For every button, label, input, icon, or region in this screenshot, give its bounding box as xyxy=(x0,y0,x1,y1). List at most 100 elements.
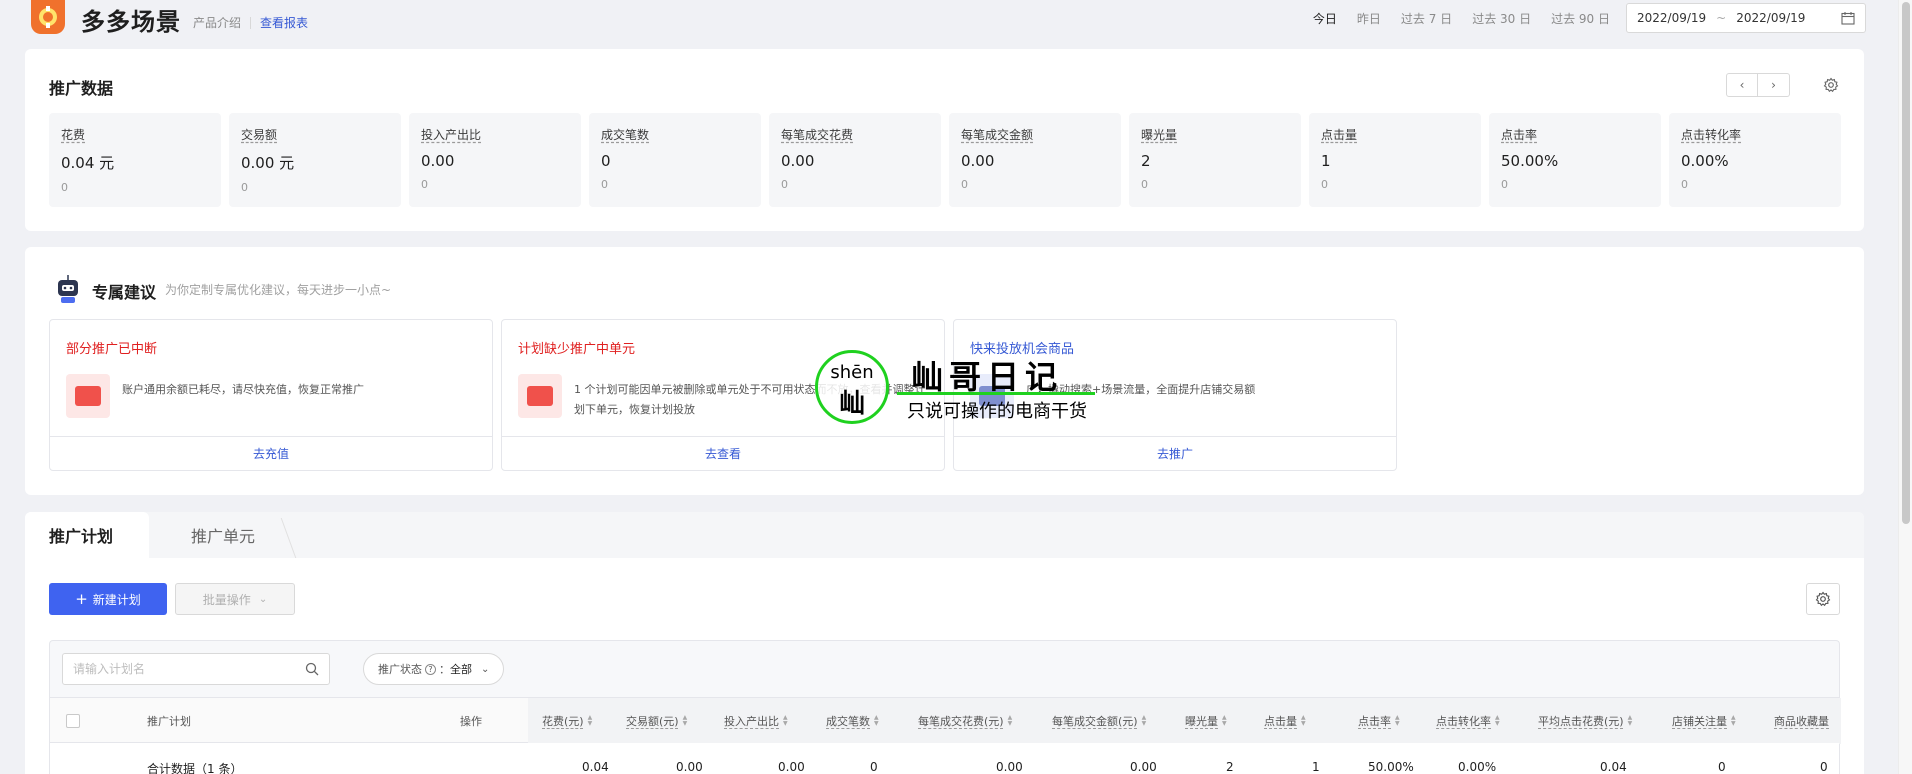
col-shop-follows[interactable]: 店铺关注量 ▲ ▼ xyxy=(1672,698,1736,744)
col-orders[interactable]: 成交笔数 ▲ ▼ xyxy=(826,698,879,744)
plus-icon: + xyxy=(75,590,88,608)
new-plan-button[interactable]: + 新建计划 xyxy=(49,583,167,615)
sort-icon: ▲ ▼ xyxy=(587,714,593,727)
sort-icon: ▲ ▼ xyxy=(1141,714,1147,727)
metric-clicks[interactable]: 点击量 1 0 xyxy=(1309,113,1481,207)
sort-icon: ▲ ▼ xyxy=(1731,714,1736,727)
preset-30d[interactable]: 过去 30 日 xyxy=(1472,10,1531,27)
plan-table: 推广状态 ? ： 全部 ⌄ 推广计划 操作 花费(元)▲▼ 交易额(元)▲▼ 投… xyxy=(49,640,1841,774)
col-shop-follows-label: 店铺关注量 xyxy=(1672,715,1727,728)
metric-ctr[interactable]: 点击率 50.00% 0 xyxy=(1489,113,1661,207)
watermark-pinyin: shēn xyxy=(830,362,874,383)
scrollbar-thumb[interactable] xyxy=(1902,2,1910,524)
metric-orders[interactable]: 成交笔数 0 0 xyxy=(589,113,761,207)
suggestion-recharge: 部分推广已中断 账户通用余额已耗尽，请尽快充值，恢复正常推广 去充值 xyxy=(49,319,493,471)
gear-icon[interactable] xyxy=(1823,77,1839,93)
select-all-checkbox[interactable] xyxy=(66,714,80,728)
page-scrollbar[interactable] xyxy=(1898,0,1912,774)
metric-value: 0 xyxy=(601,152,611,170)
product-intro-link[interactable]: 产品介绍 xyxy=(193,14,241,31)
col-impressions[interactable]: 曝光量 ▲ ▼ xyxy=(1185,698,1227,744)
metric-cost-per-order[interactable]: 每笔成交花费 0.00 0 xyxy=(769,113,941,207)
batch-ops-label: 批量操作 xyxy=(202,592,251,607)
suggestion-title: 计划缺少推广中单元 xyxy=(518,342,636,357)
metric-impressions[interactable]: 曝光量 2 0 xyxy=(1129,113,1301,207)
filter-colon: ： xyxy=(439,663,450,676)
col-roi-label: 投入产出比 xyxy=(724,715,779,728)
preset-today[interactable]: 今日 xyxy=(1313,10,1337,27)
metric-amount-per-order[interactable]: 每笔成交金额 0.00 0 xyxy=(949,113,1121,207)
sort-icon: ▲ ▼ xyxy=(1495,714,1500,727)
col-gmv-label: 交易额(元) xyxy=(626,715,679,728)
metric-label: 投入产出比 xyxy=(421,128,482,142)
col-cost-per-order-label: 每笔成交花费(元) xyxy=(918,715,1004,728)
sort-icon: ▲ ▼ xyxy=(682,714,688,727)
metric-label: 每笔成交金额 xyxy=(961,128,1034,142)
metric-label: 曝光量 xyxy=(1141,128,1178,142)
col-cost[interactable]: 花费(元) ▲ ▼ xyxy=(542,698,592,744)
metric-label: 点击转化率 xyxy=(1681,128,1742,142)
col-clicks[interactable]: 点击量 ▲ ▼ xyxy=(1264,698,1306,744)
watermark-slogan: 只说可操作的电商干货 xyxy=(907,401,1087,422)
summary-cvr: 0.00% xyxy=(1458,760,1497,774)
promote-button[interactable]: 去推广 xyxy=(954,436,1396,470)
metric-value: 0.00 xyxy=(421,152,455,170)
calendar-icon xyxy=(1841,12,1855,25)
preset-yesterday[interactable]: 昨日 xyxy=(1357,10,1381,27)
view-report-link[interactable]: 查看报表 xyxy=(260,14,308,31)
col-avg-cpc[interactable]: 平均点击花费(元) ▲ ▼ xyxy=(1538,698,1632,744)
metric-list: 花费 0.04 元 0 交易额 0.00 元 0 投入产出比 0.00 0 成交笔数 0 0 每… xyxy=(49,113,1841,207)
prev-button[interactable]: ‹ xyxy=(1726,73,1758,97)
filter-value: 全部 xyxy=(450,663,472,676)
col-cost-label: 花费(元) xyxy=(542,715,584,728)
recharge-button[interactable]: 去充值 xyxy=(50,436,492,470)
col-gmv[interactable]: 交易额(元) ▲ ▼ xyxy=(626,698,687,744)
metric-value: 0.00 xyxy=(781,152,815,170)
summary-gmv: 0.00 xyxy=(676,760,703,774)
col-ctr[interactable]: 点击率 ▲ ▼ xyxy=(1358,698,1400,744)
summary-impressions: 2 xyxy=(1226,760,1234,774)
search-input[interactable] xyxy=(73,662,305,676)
col-plan: 推广计划 xyxy=(147,715,191,728)
watermark-line xyxy=(897,392,1095,395)
metric-compare: 0 xyxy=(421,178,428,191)
metric-label: 交易额 xyxy=(241,128,278,142)
sort-icon: ▲ ▼ xyxy=(874,714,879,727)
metric-cvr[interactable]: 点击转化率 0.00% 0 xyxy=(1669,113,1841,207)
summary-amount-per-order: 0.00 xyxy=(1130,760,1157,774)
summary-orders: 0 xyxy=(870,760,878,774)
col-favorites[interactable]: 商品收藏量 xyxy=(1774,698,1829,744)
view-button[interactable]: 去查看 xyxy=(502,436,944,470)
col-cvr[interactable]: 点击转化率 ▲ ▼ xyxy=(1436,698,1500,744)
col-amount-per-order[interactable]: 每笔成交金额(元) ▲ ▼ xyxy=(1052,698,1146,744)
metric-label: 成交笔数 xyxy=(601,128,650,142)
summary-shop-follows: 0 xyxy=(1718,760,1726,774)
sort-icon: ▲ ▼ xyxy=(1395,714,1400,727)
metric-gmv[interactable]: 交易额 0.00 元 0 xyxy=(229,113,401,207)
tab-plans[interactable]: 推广计划 xyxy=(25,512,149,558)
table-header: 推广计划 操作 花费(元) ▲ ▼ 交易额(元) ▲ ▼ 投入产出比 ▲ ▼ 成交笔数 ▲ ▼ … xyxy=(50,697,1841,744)
batch-ops-button[interactable]: 批量操作 ⌄ xyxy=(175,583,295,615)
status-filter[interactable]: 推广状态 ? ： 全部 ⌄ xyxy=(363,653,505,685)
app-title: 多多场景 xyxy=(81,8,181,36)
preset-90d[interactable]: 过去 90 日 xyxy=(1551,10,1610,27)
suggestion-title: 部分推广已中断 xyxy=(66,342,158,357)
table-settings-button[interactable] xyxy=(1806,583,1840,615)
search-icon[interactable] xyxy=(305,662,319,676)
col-cost-per-order[interactable]: 每笔成交花费(元) ▲ ▼ xyxy=(918,698,1012,744)
preset-7d[interactable]: 过去 7 日 xyxy=(1401,10,1452,27)
metric-roi[interactable]: 投入产出比 0.00 0 xyxy=(409,113,581,207)
table-row: 合计数据（1 条） 0.04 0.00 0.00 0 0.00 0.00 2 1… xyxy=(50,743,1839,774)
metric-compare: 0 xyxy=(1141,178,1148,191)
date-range-picker[interactable]: 2022/09/19 ~ 2022/09/19 xyxy=(1626,3,1866,33)
metric-compare: 0 xyxy=(1501,178,1508,191)
next-button[interactable]: › xyxy=(1758,73,1790,97)
metric-compare: 0 xyxy=(1681,178,1688,191)
metric-value: 0.00 xyxy=(961,152,995,170)
watermark-seal: shēn 屾 xyxy=(815,350,889,424)
metric-cost[interactable]: 花费 0.04 元 0 xyxy=(49,113,221,207)
col-orders-label: 成交笔数 xyxy=(826,715,870,728)
col-roi[interactable]: 投入产出比 ▲ ▼ xyxy=(724,698,788,744)
tab-units[interactable]: 推广单元 xyxy=(149,512,289,558)
plan-tabs: 推广计划 推广单元 xyxy=(25,512,1864,558)
